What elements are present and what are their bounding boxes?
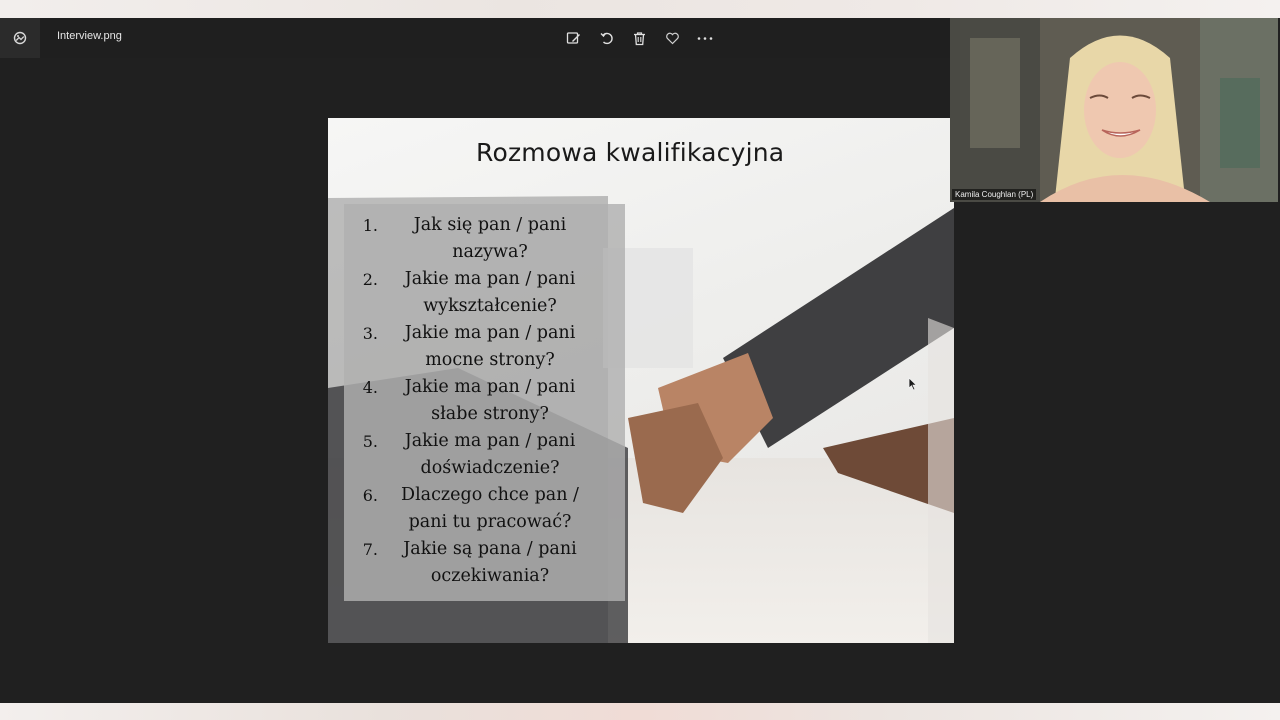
favorite-button[interactable]: [661, 26, 683, 50]
question-number: 6.: [362, 486, 378, 505]
presentation-slide-image: Rozmowa kwalifikacyjna 1. Jak się pan / …: [328, 118, 954, 643]
mouse-pointer-icon: [908, 376, 918, 395]
question-number: 1.: [362, 216, 378, 235]
question-item: 2. Jakie ma pan / pani wykształcenie?: [344, 266, 625, 320]
question-text: Jakie są pana / pani oczekiwania?: [403, 539, 577, 586]
question-number: 3.: [362, 324, 378, 343]
question-item: 5. Jakie ma pan / pani doświadczenie?: [344, 428, 625, 482]
question-number: 5.: [362, 432, 378, 451]
trash-icon: [633, 31, 645, 45]
viewer-titlebar: Interview.png: [0, 18, 950, 58]
question-number: 2.: [362, 270, 378, 289]
question-text: Jak się pan / pani nazywa?: [413, 215, 567, 262]
rotate-icon: [600, 32, 613, 44]
question-number: 7.: [362, 540, 378, 559]
question-item: 4. Jakie ma pan / pani słabe strony?: [344, 374, 625, 428]
question-item: 3. Jakie ma pan / pani mocne strony?: [344, 320, 625, 374]
heart-icon: [665, 32, 679, 44]
question-text: Dlaczego chce pan / pani tu pracować?: [401, 485, 579, 532]
slide-title: Rozmowa kwalifikacyjna: [476, 138, 785, 167]
question-text: Jakie ma pan / pani wykształcenie?: [404, 269, 576, 316]
question-text: Jakie ma pan / pani słabe strony?: [404, 377, 576, 424]
question-item: 6. Dlaczego chce pan / pani tu pracować?: [344, 482, 625, 536]
presenter-video: [950, 18, 1278, 202]
background-bottom-strip: [0, 703, 1280, 720]
background-top-strip: [0, 0, 1280, 18]
viewer-toolbar: [562, 26, 716, 50]
question-item: 7. Jakie są pana / pani oczekiwania?: [344, 536, 625, 590]
more-options-button[interactable]: [694, 26, 716, 50]
file-name: Interview.png: [57, 30, 122, 42]
participant-name-label: Kamila Coughlan (PL): [952, 189, 1037, 200]
edit-image-button[interactable]: [562, 26, 584, 50]
question-text: Jakie ma pan / pani doświadczenie?: [404, 431, 576, 478]
photos-app-icon[interactable]: [0, 18, 40, 58]
more-icon: [697, 36, 713, 40]
delete-button[interactable]: [628, 26, 650, 50]
question-list-box: 1. Jak się pan / pani nazywa? 2. Jakie m…: [344, 204, 625, 601]
webcam-video-feed: Kamila Coughlan (PL): [950, 18, 1278, 202]
question-list: 1. Jak się pan / pani nazywa? 2. Jakie m…: [344, 204, 625, 590]
question-item: 1. Jak się pan / pani nazywa?: [344, 212, 625, 266]
rotate-button[interactable]: [595, 26, 617, 50]
question-text: Jakie ma pan / pani mocne strony?: [404, 323, 576, 370]
photo-viewer-window: Interview.png Rozmowa kwalifikacyjna 1. …: [0, 18, 1280, 703]
question-number: 4.: [362, 378, 378, 397]
edit-icon: [566, 31, 580, 44]
